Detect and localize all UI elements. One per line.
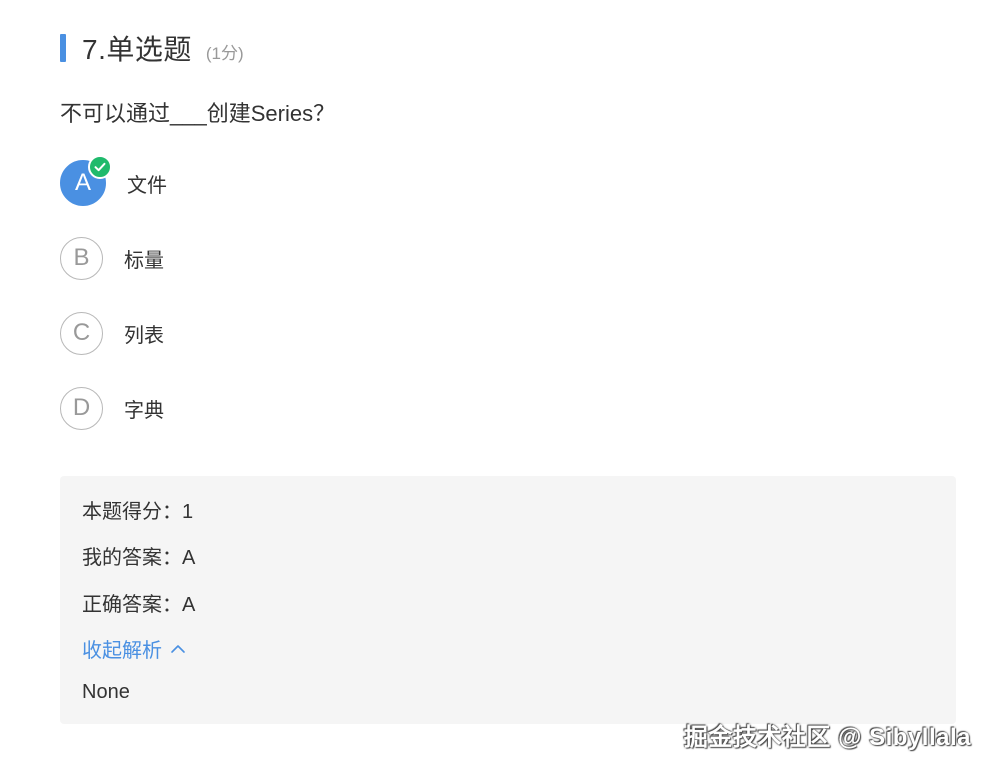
- title-accent-bar: [60, 34, 66, 62]
- question-score: (1分): [205, 43, 244, 63]
- watermark: 掘金技术社区 @ Sibyllala: [683, 724, 971, 751]
- my-answer-line: 我的答案：A: [82, 547, 196, 569]
- option-a-label: 文件: [127, 174, 167, 197]
- collapse-analysis-label: 收起解析: [82, 640, 162, 662]
- analysis-panel: 本题得分：1 我的答案：A 正确答案：A 收起解析 None: [60, 476, 956, 724]
- analysis-content: None: [82, 681, 130, 703]
- options-list: A 文件 B 标量 C 列表 D 字典: [60, 155, 167, 460]
- correct-answer-line: 正确答案：A: [82, 594, 196, 616]
- option-d-letter: D: [72, 394, 91, 421]
- option-c[interactable]: C 列表: [60, 310, 167, 356]
- option-b-label: 标量: [124, 249, 164, 272]
- chevron-up-icon: [171, 644, 185, 653]
- option-d-label: 字典: [124, 399, 164, 422]
- option-b[interactable]: B 标量: [60, 235, 167, 281]
- option-d[interactable]: D 字典: [60, 385, 167, 431]
- option-a-letter: A: [74, 169, 91, 196]
- option-b-circle[interactable]: B: [60, 236, 103, 280]
- option-d-circle[interactable]: D: [60, 386, 103, 430]
- option-c-label: 列表: [124, 324, 164, 347]
- question-header: 7.单选题 (1分): [60, 30, 244, 66]
- score-line: 本题得分：1: [82, 501, 194, 523]
- option-c-circle[interactable]: C: [60, 311, 103, 355]
- option-a-circle[interactable]: A: [60, 155, 112, 206]
- option-a[interactable]: A 文件: [60, 155, 167, 206]
- question-title: 7.单选题: [82, 34, 192, 65]
- correct-check-icon: [88, 155, 112, 179]
- collapse-analysis-toggle[interactable]: 收起解析: [82, 634, 186, 663]
- question-text: 不可以通过___创建Series？: [60, 101, 336, 126]
- option-b-letter: B: [73, 244, 90, 271]
- option-c-letter: C: [72, 319, 91, 346]
- question-page: 7.单选题 (1分) 不可以通过___创建Series？ A 文件 B 标量 C…: [0, 0, 993, 769]
